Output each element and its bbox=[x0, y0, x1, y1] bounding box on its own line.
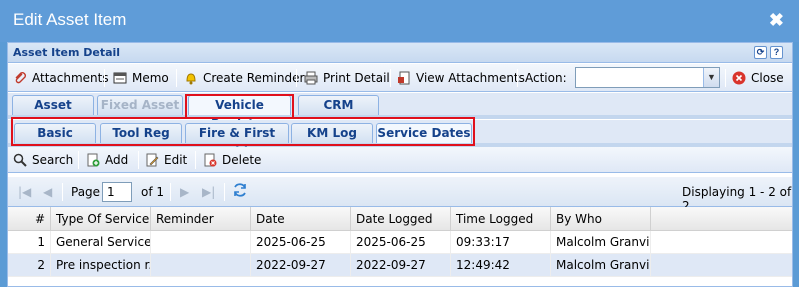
toolbar-separator bbox=[138, 151, 139, 169]
attachments-button[interactable]: Attachments bbox=[13, 70, 109, 86]
toolbar-separator bbox=[78, 151, 79, 169]
window-close-icon[interactable]: ✖ bbox=[769, 10, 784, 31]
toolbar-separator bbox=[195, 151, 196, 169]
action-label: Action: bbox=[525, 70, 567, 86]
service-dates-grid: # Type Of Service Reminder Date Date Log… bbox=[8, 207, 792, 277]
first-page-icon[interactable]: |◀ bbox=[18, 185, 31, 199]
add-document-icon bbox=[86, 153, 100, 167]
action-select[interactable]: ▼ bbox=[575, 67, 720, 88]
column-header[interactable]: # bbox=[8, 207, 51, 230]
toolbar-separator bbox=[176, 69, 177, 87]
page-label: Page bbox=[71, 185, 101, 199]
toolbar-separator bbox=[62, 183, 63, 201]
table-cell: 2022-09-27 bbox=[351, 254, 451, 276]
table-cell: 1 bbox=[8, 231, 51, 253]
column-header[interactable]: Time Logged bbox=[451, 207, 551, 230]
table-cell: Malcolm Granville bbox=[551, 254, 651, 276]
add-button[interactable]: Add bbox=[86, 152, 128, 168]
memo-button[interactable]: Memo bbox=[113, 70, 169, 86]
column-header[interactable]: Date Logged bbox=[351, 207, 451, 230]
document-icon bbox=[397, 71, 411, 85]
create-reminder-button[interactable]: Create Reminder bbox=[184, 70, 304, 86]
close-button[interactable]: Close bbox=[732, 70, 784, 86]
asset-item-detail-panel: Asset Item Detail ⟳ ? Attachments Memo C… bbox=[7, 42, 793, 287]
paging-toolbar: |◀ ◀ Page of 1 ▶ ▶| Displaying 1 - 2 of … bbox=[8, 177, 792, 213]
grid-header: # Type Of Service Reminder Date Date Log… bbox=[8, 207, 792, 231]
bell-icon bbox=[184, 71, 198, 85]
close-circle-icon bbox=[732, 71, 746, 85]
view-attachments-button[interactable]: View Attachments bbox=[397, 70, 525, 86]
edit-label: Edit bbox=[164, 153, 188, 167]
panel-title: Asset Item Detail bbox=[13, 46, 121, 59]
refresh-icon[interactable]: ⟳ bbox=[754, 46, 767, 59]
prev-page-icon[interactable]: ◀ bbox=[43, 185, 52, 199]
delete-label: Delete bbox=[222, 153, 262, 167]
tab-fixed-asset: Fixed Asset bbox=[97, 95, 183, 115]
main-toolbar: Attachments Memo Create Reminder Print D… bbox=[8, 64, 792, 92]
table-row[interactable]: 1 General Service 2025-06-25 2025-06-25 … bbox=[8, 231, 792, 254]
toolbar-separator bbox=[170, 183, 171, 201]
tab-asset[interactable]: Asset bbox=[12, 95, 94, 115]
table-cell: 2022-09-27 bbox=[251, 254, 351, 276]
highlight-vehicle-register bbox=[185, 94, 294, 119]
tab-crm[interactable]: CRM bbox=[298, 95, 379, 115]
delete-document-icon bbox=[203, 153, 217, 167]
table-cell: 09:33:17 bbox=[451, 231, 551, 253]
table-cell bbox=[151, 254, 251, 276]
search-label: Search bbox=[32, 153, 74, 167]
chevron-down-icon[interactable]: ▼ bbox=[703, 68, 719, 87]
refresh-icon[interactable] bbox=[232, 182, 248, 201]
close-label: Close bbox=[751, 71, 784, 85]
delete-button[interactable]: Delete bbox=[203, 152, 261, 168]
column-header[interactable]: By Who bbox=[551, 207, 651, 230]
table-cell: Malcolm Granville bbox=[551, 231, 651, 253]
toolbar-separator bbox=[390, 69, 391, 87]
column-header[interactable]: Type Of Service bbox=[51, 207, 151, 230]
panel-header: Asset Item Detail ⟳ ? bbox=[8, 43, 792, 63]
edit-document-icon bbox=[145, 153, 159, 167]
search-button[interactable]: Search bbox=[13, 152, 73, 168]
table-cell: 2 bbox=[8, 254, 51, 276]
memo-icon bbox=[113, 71, 127, 85]
table-cell: 12:49:42 bbox=[451, 254, 551, 276]
column-header[interactable]: Reminder bbox=[151, 207, 251, 230]
table-cell: Pre inspection r... bbox=[51, 254, 151, 276]
print-detail-button[interactable]: Print Detail bbox=[304, 70, 390, 86]
memo-label: Memo bbox=[132, 71, 169, 85]
last-page-icon[interactable]: ▶| bbox=[202, 185, 215, 199]
attachments-label: Attachments bbox=[32, 71, 109, 85]
tabs-level1: Asset Fixed Asset Vehicle Register CRM bbox=[8, 93, 792, 131]
highlight-level2-tabs bbox=[11, 117, 475, 146]
toolbar-separator bbox=[517, 69, 518, 87]
toolbar-separator bbox=[104, 69, 105, 87]
printer-icon bbox=[304, 71, 318, 85]
paperclip-icon bbox=[13, 71, 27, 85]
table-cell bbox=[151, 231, 251, 253]
column-header[interactable]: Date bbox=[251, 207, 351, 230]
window-title: Edit Asset Item bbox=[13, 10, 127, 29]
page-of-label: of 1 bbox=[141, 185, 165, 199]
next-page-icon[interactable]: ▶ bbox=[180, 185, 189, 199]
action-label-text: Action: bbox=[525, 71, 567, 85]
table-row-selected[interactable]: 2 Pre inspection r... 2022-09-27 2022-09… bbox=[8, 254, 792, 277]
window-titlebar: Edit Asset Item ✖ bbox=[0, 0, 799, 42]
search-icon bbox=[13, 153, 27, 167]
help-icon[interactable]: ? bbox=[770, 46, 783, 59]
table-cell: General Service bbox=[51, 231, 151, 253]
toolbar-separator bbox=[296, 69, 297, 87]
table-cell: 2025-06-25 bbox=[251, 231, 351, 253]
add-label: Add bbox=[105, 153, 129, 167]
toolbar-separator bbox=[725, 69, 726, 87]
grid-toolbar: Search Add Edit Delete bbox=[8, 147, 792, 173]
page-number-input[interactable] bbox=[102, 182, 132, 202]
toolbar-separator bbox=[224, 183, 225, 201]
print-detail-label: Print Detail bbox=[323, 71, 390, 85]
create-reminder-label: Create Reminder bbox=[203, 71, 305, 85]
edit-button[interactable]: Edit bbox=[145, 152, 187, 168]
table-cell: 2025-06-25 bbox=[351, 231, 451, 253]
view-attachments-label: View Attachments bbox=[416, 71, 525, 85]
